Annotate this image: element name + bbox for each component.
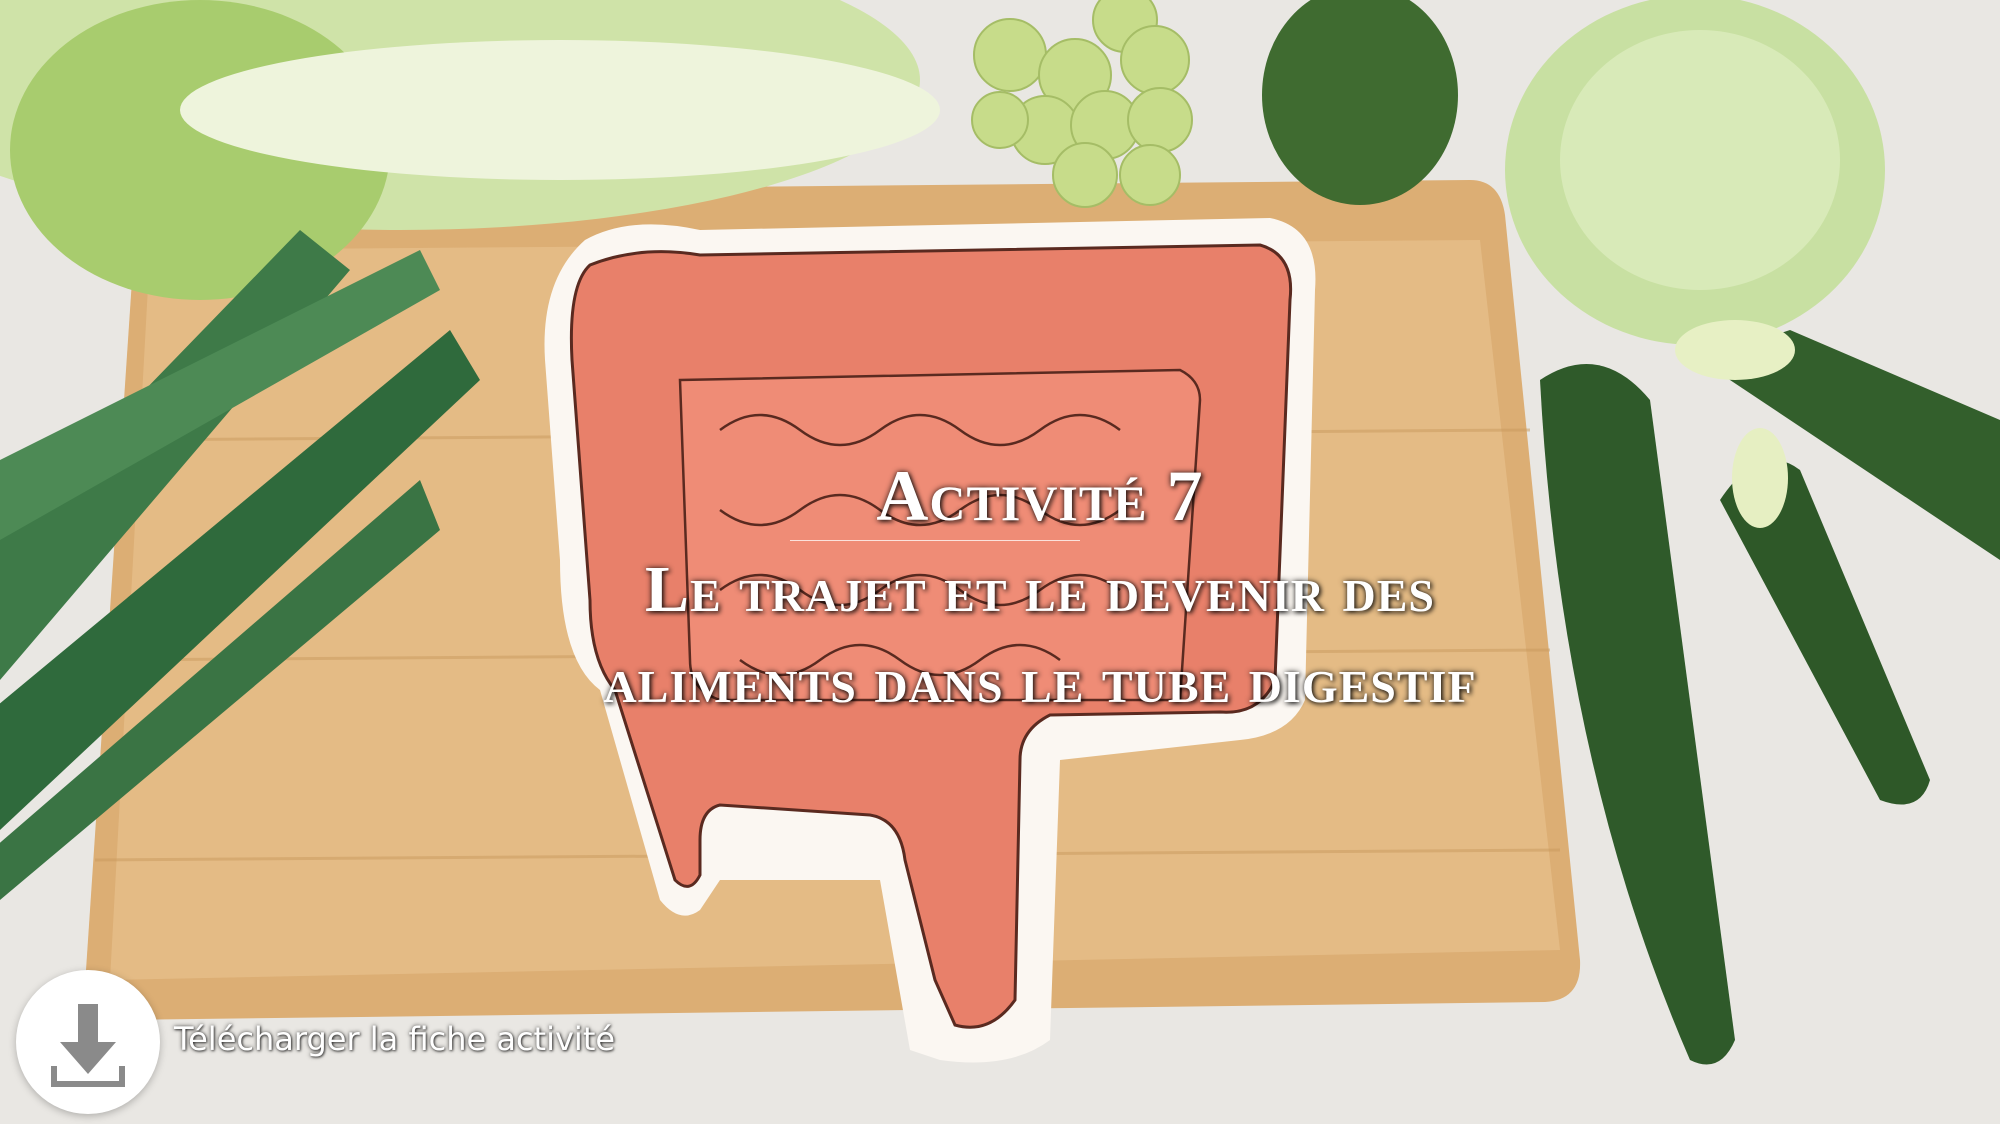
slide-title-line-3: aliments dans le tube digestif — [603, 644, 1477, 717]
slide-title-line-2: Le trajet et le devenir des — [644, 553, 1436, 626]
download-button[interactable] — [16, 970, 160, 1114]
title-divider — [790, 540, 1080, 541]
cabbage — [1505, 0, 1885, 345]
download-activity-sheet-link[interactable]: Télécharger la fiche activité — [174, 1020, 615, 1058]
download-icon — [51, 1004, 125, 1087]
slide-title-activity-number: Activité 7 — [876, 456, 1204, 536]
